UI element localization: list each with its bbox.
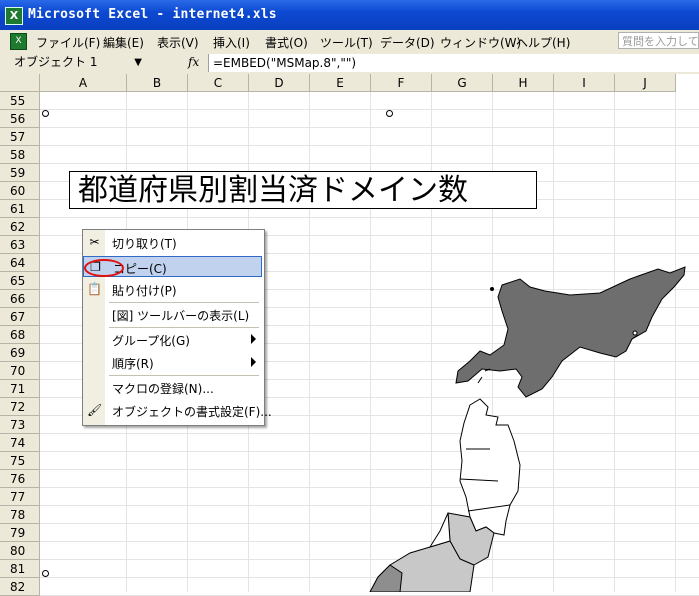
menu-separator <box>109 327 259 328</box>
menu-item-assign-macro[interactable]: マクロの登録(N)... <box>83 377 262 398</box>
column-header-g[interactable]: G <box>432 74 493 92</box>
row-header-68[interactable]: 68 <box>0 326 40 344</box>
gridline <box>309 92 310 592</box>
menu-window[interactable]: ウィンドウ(W) <box>440 34 521 51</box>
menu-item-group[interactable]: グループ化(G) <box>83 329 262 350</box>
menu-item-format-object[interactable]: 🖌 オブジェクトの書式設定(F)... <box>83 400 272 421</box>
menu-item-label: 貼り付け(P) <box>112 284 177 298</box>
menu-item-label: 順序(R) <box>112 357 154 371</box>
menu-bar: X ファイル(F) 編集(E) 表示(V) 挿入(I) 書式(O) ツール(T)… <box>0 30 699 53</box>
row-header-57[interactable]: 57 <box>0 128 40 146</box>
column-header-f[interactable]: F <box>371 74 432 92</box>
resize-handle[interactable] <box>386 110 393 117</box>
map-hokkaido <box>455 266 686 398</box>
row-header-59[interactable]: 59 <box>0 164 40 182</box>
row-header-66[interactable]: 66 <box>0 290 40 308</box>
workbook-icon[interactable]: X <box>10 33 27 50</box>
excel-icon: X <box>5 7 23 25</box>
menu-item-show-picture-toolbar[interactable]: [図] ツールバーの表示(L) <box>83 304 262 325</box>
ask-question-input[interactable]: 質問を入力して <box>618 32 699 49</box>
title-bar: X Microsoft Excel - internet4.xls <box>0 0 699 30</box>
menu-data[interactable]: データ(D) <box>380 34 435 51</box>
resize-handle[interactable] <box>42 110 49 117</box>
row-header-72[interactable]: 72 <box>0 398 40 416</box>
row-header-67[interactable]: 67 <box>0 308 40 326</box>
submenu-arrow-icon <box>251 357 256 367</box>
menu-item-cut[interactable]: ✂ 切り取り(T) <box>83 232 262 253</box>
menu-item-label: グループ化(G) <box>112 334 190 348</box>
menu-item-order[interactable]: 順序(R) <box>83 352 262 373</box>
menu-insert[interactable]: 挿入(I) <box>213 34 250 51</box>
menu-view[interactable]: 表示(V) <box>157 34 199 51</box>
column-header-d[interactable]: D <box>249 74 310 92</box>
menu-edit[interactable]: 編集(E) <box>103 34 144 51</box>
menu-separator <box>109 375 259 376</box>
map-honshu-white <box>428 512 451 548</box>
menu-format[interactable]: 書式(O) <box>265 34 308 51</box>
column-header-b[interactable]: B <box>127 74 188 92</box>
row-header-80[interactable]: 80 <box>0 542 40 560</box>
menu-item-paste[interactable]: 📋 貼り付け(P) <box>83 279 262 300</box>
row-header-76[interactable]: 76 <box>0 470 40 488</box>
window-title: Microsoft Excel - internet4.xls <box>28 7 277 22</box>
formula-bar: オブジェクト 1 ▼ fx =EMBED("MSMap.8","") <box>0 52 699 75</box>
row-header-65[interactable]: 65 <box>0 272 40 290</box>
chevron-down-icon[interactable]: ▼ <box>134 54 142 71</box>
row-header-71[interactable]: 71 <box>0 380 40 398</box>
menu-item-label: [図] ツールバーの表示(L) <box>112 309 250 323</box>
row-header-64[interactable]: 64 <box>0 254 40 272</box>
column-header-e[interactable]: E <box>310 74 371 92</box>
scissors-icon: ✂ <box>89 235 100 249</box>
format-object-icon: 🖌 <box>87 403 103 417</box>
row-header-79[interactable]: 79 <box>0 524 40 542</box>
name-box-value: オブジェクト 1 <box>14 55 98 69</box>
japan-map[interactable] <box>330 265 699 592</box>
menu-item-label: マクロの登録(N)... <box>112 382 214 396</box>
row-header-78[interactable]: 78 <box>0 506 40 524</box>
row-header-55[interactable]: 55 <box>0 92 40 110</box>
map-honshu-north <box>459 398 521 536</box>
row-header-69[interactable]: 69 <box>0 344 40 362</box>
row-header-74[interactable]: 74 <box>0 434 40 452</box>
row-header-73[interactable]: 73 <box>0 416 40 434</box>
row-header-77[interactable]: 77 <box>0 488 40 506</box>
menu-item-label: 切り取り(T) <box>112 237 177 251</box>
menu-help[interactable]: ヘルプ(H) <box>516 34 570 51</box>
menu-tools[interactable]: ツール(T) <box>320 34 373 51</box>
menu-file[interactable]: ファイル(F) <box>36 34 100 51</box>
name-box[interactable]: オブジェクト 1 ▼ <box>14 54 144 71</box>
row-header-56[interactable]: 56 <box>0 110 40 128</box>
row-header-63[interactable]: 63 <box>0 236 40 254</box>
row-header-81[interactable]: 81 <box>0 560 40 578</box>
row-header-75[interactable]: 75 <box>0 452 40 470</box>
column-header-a[interactable]: A <box>40 74 127 92</box>
paste-icon: 📋 <box>87 282 102 296</box>
submenu-arrow-icon <box>251 334 256 344</box>
menu-separator <box>109 302 259 303</box>
row-header-70[interactable]: 70 <box>0 362 40 380</box>
sheet-title-box: 都道府県別割当済ドメイン数 <box>69 171 537 209</box>
resize-handle[interactable] <box>42 570 49 577</box>
column-header-i[interactable]: I <box>554 74 615 92</box>
row-header-62[interactable]: 62 <box>0 218 40 236</box>
column-header-j[interactable]: J <box>615 74 676 92</box>
row-header-61[interactable]: 61 <box>0 200 40 218</box>
formula-input[interactable]: =EMBED("MSMap.8","") <box>208 54 699 72</box>
row-header-60[interactable]: 60 <box>0 182 40 200</box>
row-header-82[interactable]: 82 <box>0 578 40 596</box>
highlight-circle <box>84 259 124 277</box>
fx-icon[interactable]: fx <box>188 55 199 69</box>
column-header-c[interactable]: C <box>188 74 249 92</box>
row-header-58[interactable]: 58 <box>0 146 40 164</box>
column-header-h[interactable]: H <box>493 74 554 92</box>
menu-item-label: オブジェクトの書式設定(F)... <box>112 405 272 419</box>
select-all-corner[interactable] <box>0 74 40 92</box>
